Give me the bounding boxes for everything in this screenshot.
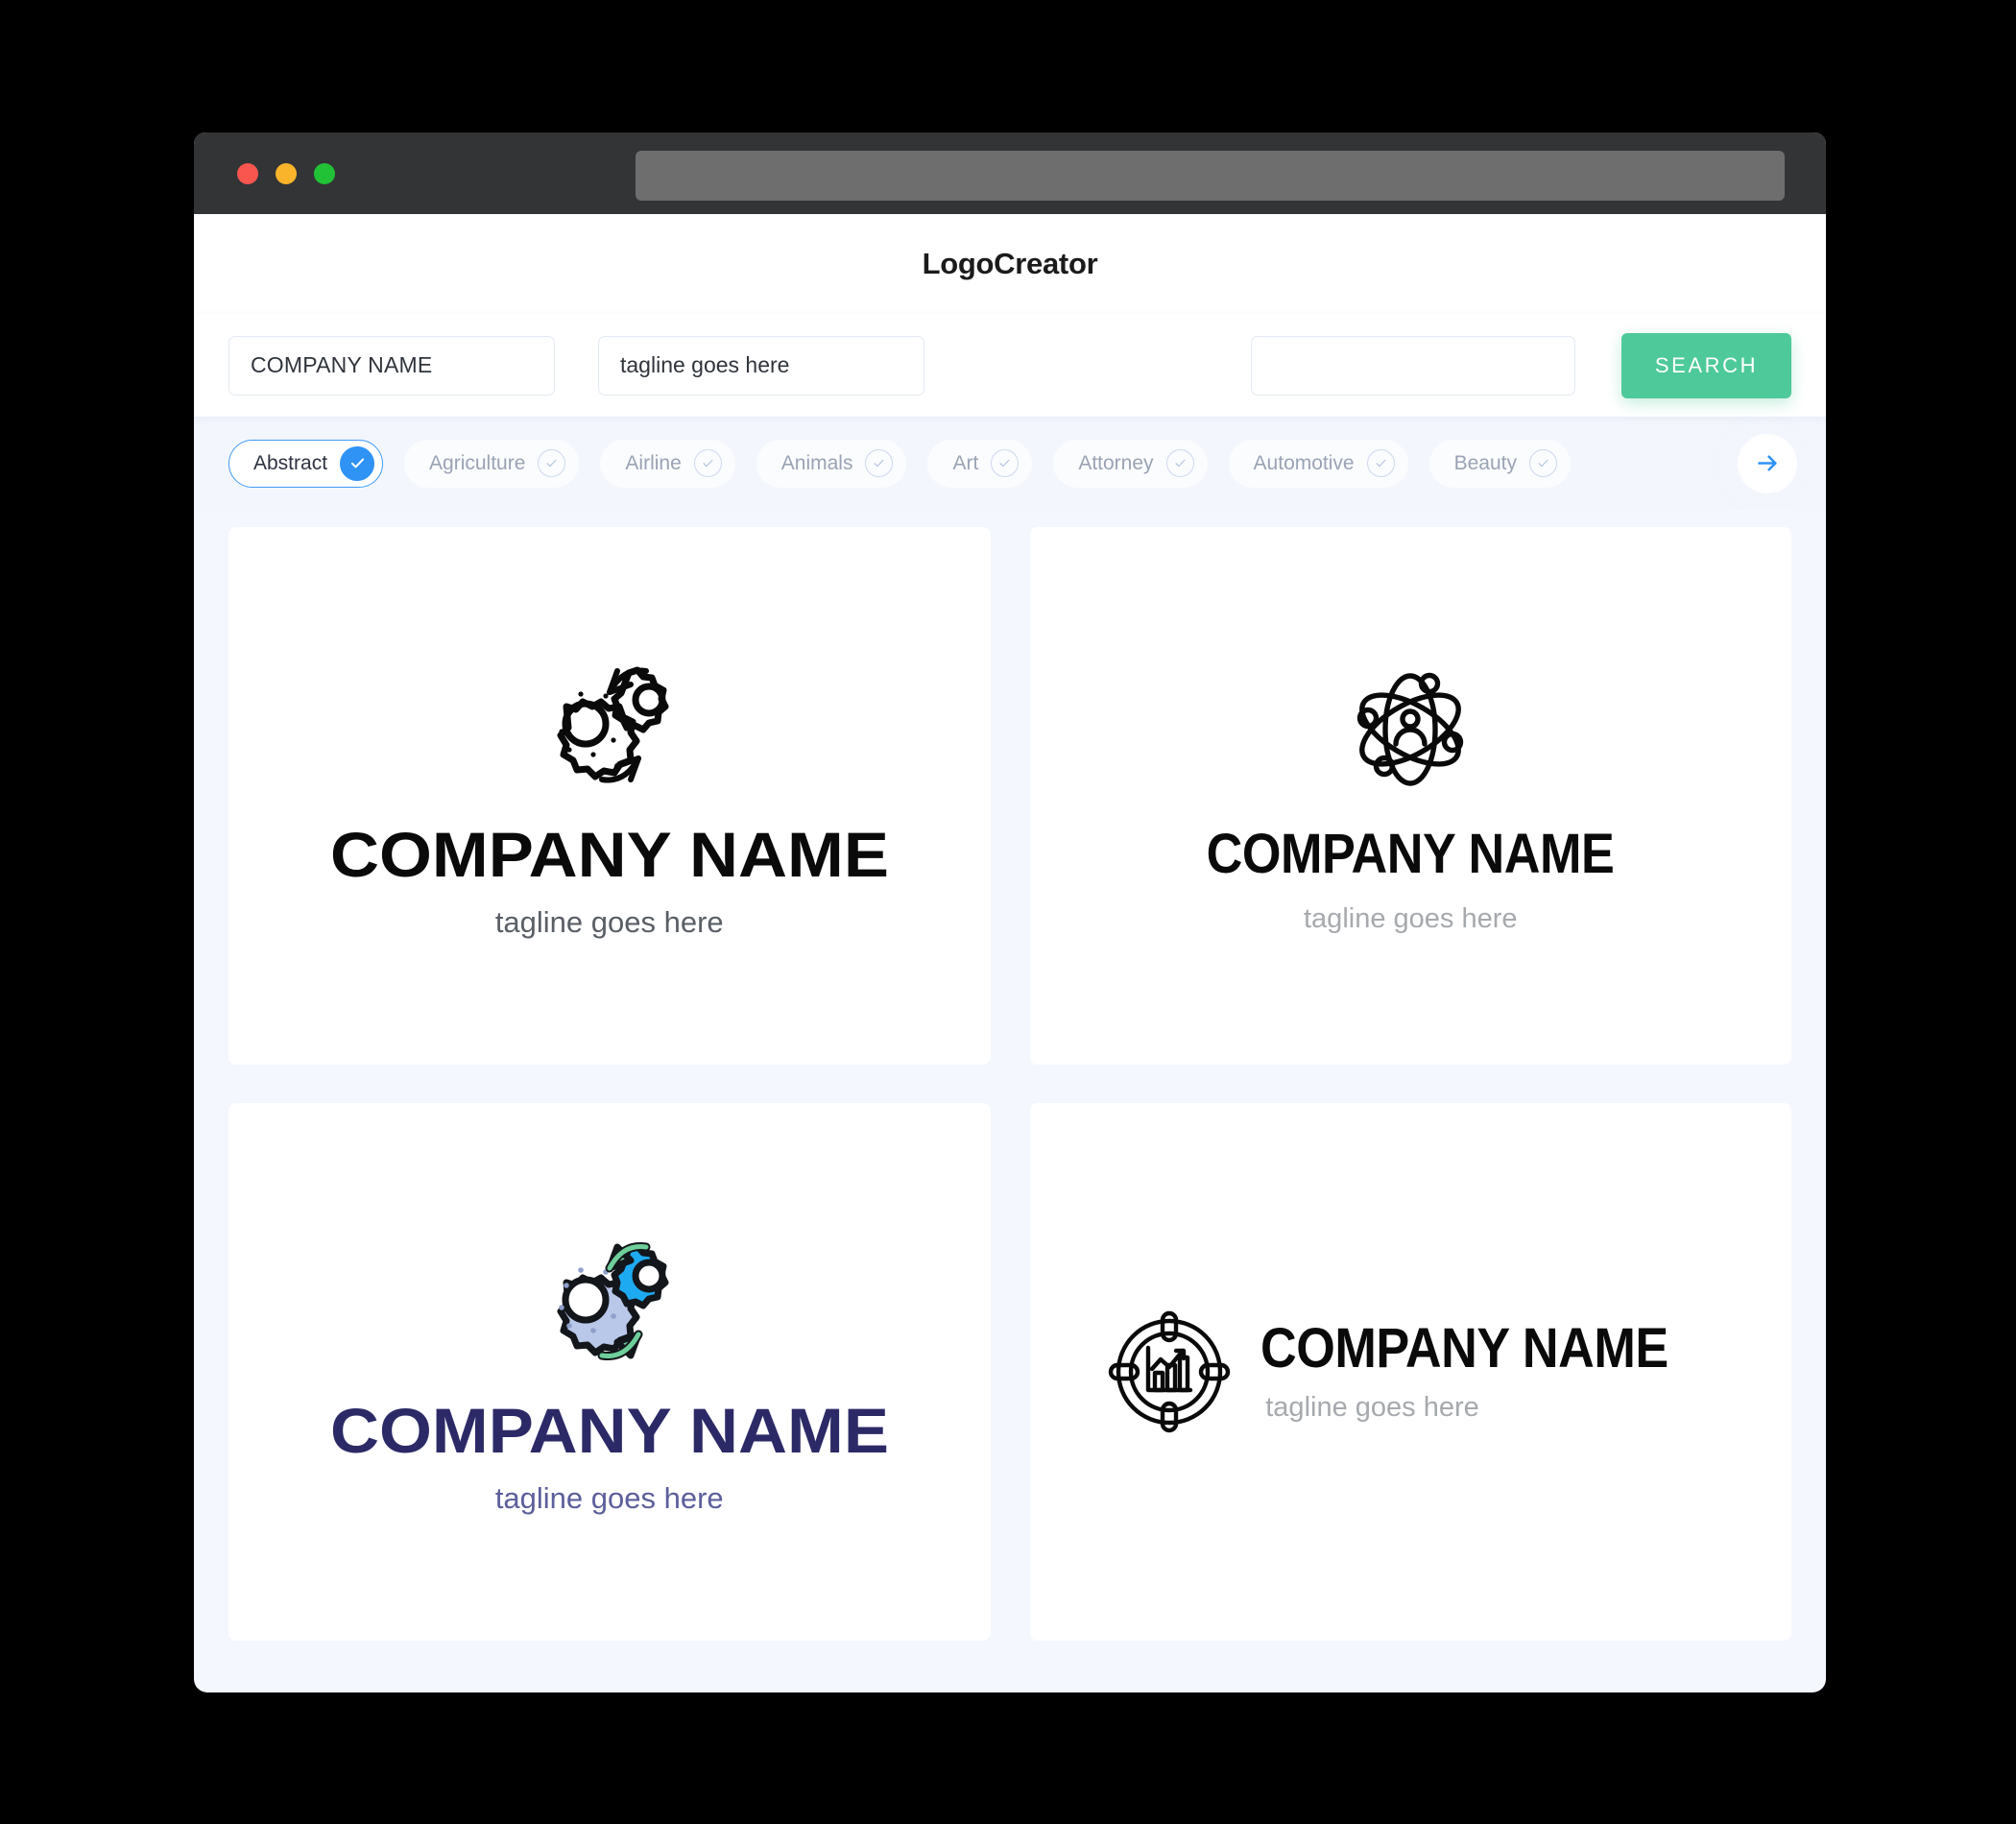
check-circle-icon [340, 445, 375, 481]
logo-company-name: COMPANY NAME [1260, 1316, 1669, 1380]
logo-company-name: COMPANY NAME [329, 819, 889, 890]
logo-tagline: tagline goes here [494, 905, 724, 939]
arrow-right-icon [1757, 455, 1777, 471]
category-chip-agriculture[interactable]: Agriculture [404, 439, 580, 488]
category-chip-abstract[interactable]: Abstract [228, 439, 384, 488]
category-filter-bar: Abstract Agriculture Airline Animals Art Atto… [194, 417, 1826, 510]
category-chip-label: Abstract [253, 451, 328, 474]
page-title: LogoCreator [922, 247, 1098, 280]
logo-company-name: COMPANY NAME [1206, 822, 1615, 885]
address-bar[interactable] [636, 151, 1785, 201]
category-chip-airline[interactable]: Airline [600, 439, 735, 488]
maximize-button[interactable] [314, 162, 335, 184]
logo-tagline: tagline goes here [494, 1481, 724, 1515]
check-circle-icon [693, 449, 722, 477]
logo-tagline: tagline goes here [1265, 1391, 1479, 1423]
category-chip-beauty[interactable]: Beauty [1428, 439, 1571, 488]
browser-titlebar [194, 132, 1826, 214]
category-chip-label: Automotive [1253, 451, 1355, 474]
check-circle-icon [1529, 449, 1557, 477]
screenshot-stage: LogoCreator SEARCH Abstract Agriculture Ai… [0, 0, 2016, 1824]
category-chip-label: Animals [780, 451, 853, 474]
category-chip-art[interactable]: Art [927, 439, 1033, 488]
check-circle-icon [865, 449, 894, 477]
atom-person-icon [1357, 672, 1464, 786]
category-chip-animals[interactable]: Animals [756, 439, 907, 488]
logo-card[interactable]: COMPANY NAME tagline goes here [1029, 527, 1791, 1065]
company-name-input[interactable] [228, 335, 555, 396]
search-toolbar: SEARCH [194, 314, 1826, 417]
keyword-input[interactable] [1251, 335, 1575, 396]
category-chip-label: Attorney [1078, 451, 1154, 474]
logo-card[interactable]: COMPANY NAME tagline goes here [1029, 1103, 1791, 1641]
gears-rotation-icon [557, 666, 669, 783]
check-circle-icon [991, 449, 1020, 477]
category-chip-attorney[interactable]: Attorney [1053, 439, 1208, 488]
minimize-button[interactable] [276, 162, 297, 184]
app-header: LogoCreator [194, 214, 1826, 314]
logo-card[interactable]: COMPANY NAME tagline goes here [228, 1103, 991, 1641]
close-button[interactable] [237, 162, 258, 184]
logo-tagline: tagline goes here [1304, 902, 1518, 934]
categories-next-button[interactable] [1738, 433, 1797, 493]
category-chip-label: Airline [625, 451, 682, 474]
gears-rotation-color-icon [557, 1241, 669, 1361]
search-button[interactable]: SEARCH [1621, 332, 1791, 398]
check-circle-icon [1366, 449, 1395, 477]
check-circle-icon [1165, 449, 1194, 477]
category-chip-label: Beauty [1453, 451, 1517, 474]
window-controls [237, 162, 335, 184]
category-chip-automotive[interactable]: Automotive [1228, 439, 1408, 488]
tagline-input[interactable] [598, 335, 924, 396]
check-circle-icon [538, 449, 566, 477]
logo-results-grid: COMPANY NAME tagline goes here COMPANY N… [194, 510, 1826, 1677]
logo-card[interactable]: COMPANY NAME tagline goes here [228, 527, 991, 1065]
target-bar-chart-icon [1109, 1310, 1231, 1433]
logo-company-name: COMPANY NAME [329, 1395, 889, 1466]
category-chip-label: Art [952, 451, 979, 474]
browser-window: LogoCreator SEARCH Abstract Agriculture Ai… [194, 132, 1826, 1692]
category-chip-label: Agriculture [429, 451, 526, 474]
